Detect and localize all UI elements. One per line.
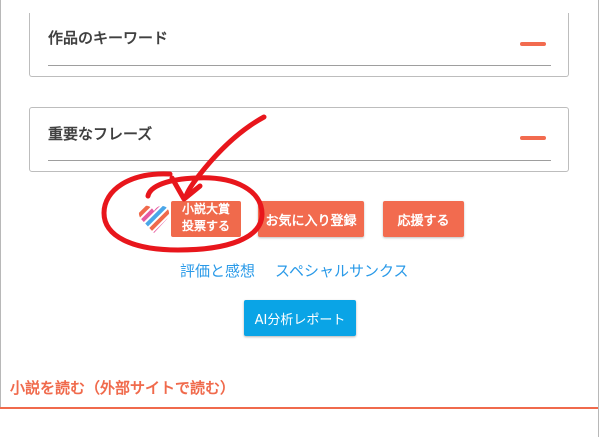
novel-award-vote-banner[interactable]: 小説大賞 投票する xyxy=(135,199,243,239)
ai-analysis-report-button[interactable]: AI分析レポート xyxy=(244,300,356,336)
read-section-box xyxy=(0,409,598,437)
striped-heart-logo-icon xyxy=(138,205,170,233)
page-frame-right xyxy=(598,0,599,437)
keywords-divider xyxy=(48,65,551,66)
read-novel-heading: 小説を読む（外部サイトで読む） xyxy=(10,379,236,397)
collapse-phrases-minus-icon[interactable] xyxy=(520,136,546,140)
support-button[interactable]: 応援する xyxy=(383,201,464,237)
red-arrow-head-annotation xyxy=(169,175,203,202)
phrases-panel: 重要なフレーズ xyxy=(29,107,569,172)
page-frame-left xyxy=(0,0,1,437)
keywords-panel: 作品のキーワード xyxy=(29,13,569,77)
collapse-keywords-minus-icon[interactable] xyxy=(520,42,546,46)
keywords-panel-title: 作品のキーワード xyxy=(48,29,169,47)
phrases-divider xyxy=(48,160,551,161)
vote-banner-line2: 投票する xyxy=(181,219,230,233)
special-thanks-link[interactable]: スペシャルサンクス xyxy=(275,260,409,281)
vote-banner-text: 小説大賞 投票する xyxy=(171,201,241,237)
review-link[interactable]: 評価と感想 xyxy=(180,260,255,281)
phrases-panel-title: 重要なフレーズ xyxy=(48,125,153,143)
vote-banner-line1: 小説大賞 xyxy=(181,202,230,216)
add-to-favorites-button[interactable]: お気に入り登録 xyxy=(258,201,364,237)
